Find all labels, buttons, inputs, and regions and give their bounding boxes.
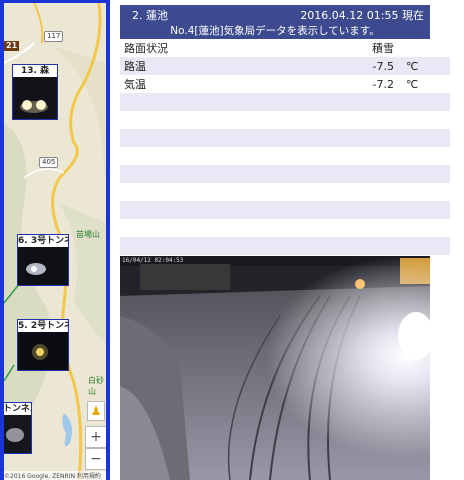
station-header: 2. 蓮池 2016.04.12 01:55 現在 No.4[蓮池]気象局データ… <box>120 5 430 39</box>
row-label <box>120 237 338 255</box>
row-label <box>120 201 338 219</box>
thumbnail-image <box>18 247 68 285</box>
row-label <box>120 93 338 111</box>
camera-thumbnail <box>13 77 57 119</box>
table-row <box>120 93 450 111</box>
table-row: 路温 -7.5 ℃ <box>120 57 450 75</box>
row-value: 積雪 <box>338 39 398 57</box>
camera-marker-label: 13. 森 <box>20 66 50 76</box>
row-value <box>338 147 398 165</box>
table-row <box>120 183 450 201</box>
row-unit <box>398 93 450 111</box>
row-label: 路面状況 <box>120 39 338 57</box>
place-label: 苗場山 <box>76 230 100 239</box>
row-unit <box>398 201 450 219</box>
row-value <box>338 165 398 183</box>
camera-marker-label: 5. 2号トンネル <box>18 321 68 331</box>
row-unit: ℃ <box>398 75 450 93</box>
route-badge: 405 <box>39 157 59 168</box>
row-value: -7.2 <box>338 75 398 93</box>
camera-thumbnail <box>18 247 68 285</box>
row-value: -7.5 <box>338 57 398 75</box>
row-label <box>120 129 338 147</box>
place-label: 白砂山 <box>88 376 104 396</box>
table-row <box>120 165 450 183</box>
row-value <box>338 111 398 129</box>
station-subtitle: No.4[蓮池]気象局データを表示しています。 <box>170 25 380 37</box>
camera-marker-13[interactable]: 13. 森 <box>12 64 58 120</box>
row-label <box>120 147 338 165</box>
row-label: 気温 <box>120 75 338 93</box>
row-unit: ℃ <box>398 57 450 75</box>
camera-image <box>120 256 430 480</box>
row-label: 路温 <box>120 57 338 75</box>
street-view-pegman-icon[interactable]: ♟ <box>87 401 105 421</box>
row-unit <box>398 147 450 165</box>
row-unit <box>398 237 450 255</box>
table-row <box>120 111 450 129</box>
table-row <box>120 129 450 147</box>
row-unit <box>398 111 450 129</box>
zoom-in-button[interactable]: + <box>85 426 106 448</box>
row-unit <box>398 39 450 57</box>
row-unit <box>398 219 450 237</box>
row-label <box>120 183 338 201</box>
thumbnail-image <box>18 332 68 370</box>
row-value <box>338 201 398 219</box>
camera-marker-6[interactable]: 6. 3号トンネル <box>17 234 69 286</box>
camera-thumbnail <box>4 415 31 453</box>
row-value <box>338 129 398 147</box>
thumbnail-image <box>4 415 31 453</box>
weather-table: 路面状況 積雪 路温 -7.5 ℃ 気温 -7.2 ℃ <box>120 39 450 255</box>
table-row <box>120 237 450 255</box>
row-label <box>120 165 338 183</box>
table-row <box>120 147 450 165</box>
row-unit <box>398 129 450 147</box>
map-copyright[interactable]: ©2016 Google, ZENRIN 利用規約 <box>4 471 106 480</box>
camera-marker-5[interactable]: 5. 2号トンネル <box>17 319 69 371</box>
camera-marker-label: 6. 3号トンネル <box>18 236 68 246</box>
row-unit <box>398 183 450 201</box>
camera-thumbnail <box>18 332 68 370</box>
camera-marker-label: トンネル <box>3 404 31 414</box>
row-value <box>338 93 398 111</box>
table-row <box>120 219 450 237</box>
row-value <box>338 237 398 255</box>
zoom-out-button[interactable]: − <box>85 448 106 470</box>
row-label <box>120 219 338 237</box>
route-badge-hw: 21 <box>4 41 20 51</box>
camera-view: 16/04/12 02:04:53 <box>120 256 430 480</box>
route-badge: 117 <box>44 31 64 42</box>
station-name: 2. 蓮池 <box>132 9 168 22</box>
camera-marker-4[interactable]: トンネル <box>3 402 32 454</box>
table-row: 気温 -7.2 ℃ <box>120 75 450 93</box>
table-row: 路面状況 積雪 <box>120 39 450 57</box>
row-label <box>120 111 338 129</box>
row-unit <box>398 165 450 183</box>
map-panel[interactable]: 21 117 405 苗場山 白砂山 13. 森 6. 3号トンネル 5. 2号… <box>0 0 110 480</box>
row-value <box>338 183 398 201</box>
camera-timestamp: 16/04/12 02:04:53 <box>122 257 184 264</box>
thumbnail-image <box>13 77 57 119</box>
row-value <box>338 219 398 237</box>
station-datetime: 2016.04.12 01:55 現在 <box>300 9 424 22</box>
station-data-panel: 2. 蓮池 2016.04.12 01:55 現在 No.4[蓮池]気象局データ… <box>120 5 450 255</box>
table-row <box>120 201 450 219</box>
